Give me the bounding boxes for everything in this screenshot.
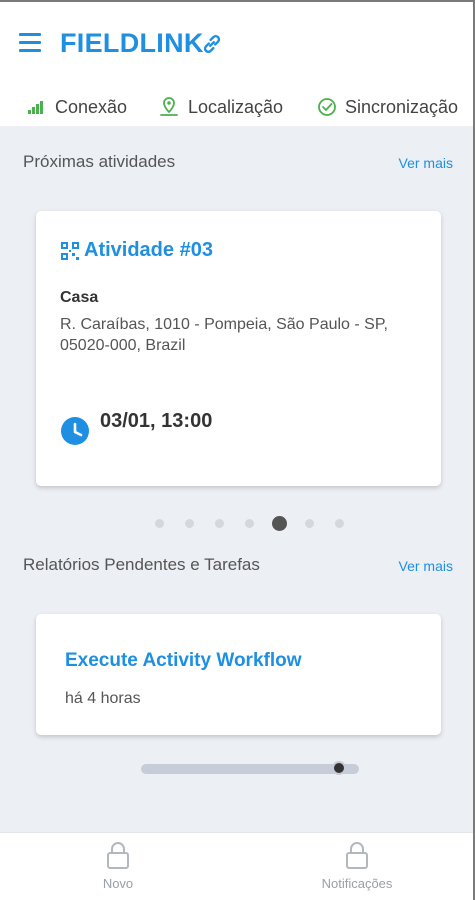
map-pin-icon	[160, 97, 178, 116]
activity-address: R. Caraíbas, 1010 - Pompeia, São Paulo -…	[60, 316, 388, 354]
carousel-dot[interactable]	[305, 519, 314, 528]
carousel-dot[interactable]	[245, 519, 254, 528]
tab-notifications-label: Notificações	[321, 876, 393, 891]
status-sync: Sincronização	[317, 94, 458, 120]
activity-card[interactable]: Atividade #03 Casa R. Caraíbas, 1010 - P…	[36, 211, 441, 486]
menu-icon[interactable]	[19, 33, 41, 53]
tab-notifications[interactable]: Notificações	[297, 833, 417, 900]
upcoming-section-title: Próximas atividades	[23, 152, 176, 171]
check-circle-icon	[318, 98, 336, 116]
task-title: Execute Activity Workflow	[65, 650, 302, 671]
activity-title: Atividade #03	[60, 239, 213, 262]
clock-icon	[61, 417, 89, 445]
carousel-dot-active[interactable]	[272, 516, 287, 531]
brand-title: FIELDLINK	[60, 28, 204, 58]
status-bar: Conexão Localização Sincronização	[0, 94, 473, 122]
carousel-dot[interactable]	[215, 519, 224, 528]
qr-code-icon	[61, 241, 79, 260]
app-header: FIELDLINK Conexão Localização Sincroniza…	[0, 2, 473, 126]
pending-section-title: Relatórios Pendentes e Tarefas	[23, 555, 260, 574]
pending-see-more-link[interactable]: Ver mais	[399, 558, 453, 574]
carousel-dot[interactable]	[335, 519, 344, 528]
carousel-dot[interactable]	[155, 519, 164, 528]
scrollbar-thumb[interactable]	[332, 761, 346, 775]
activity-title-text: Atividade #03	[84, 239, 213, 261]
task-card[interactable]: Execute Activity Workflow há 4 horas	[36, 614, 441, 735]
tab-new-label: Novo	[102, 876, 134, 891]
carousel-dots	[0, 515, 473, 531]
signal-bars-icon	[28, 101, 43, 114]
bottom-tab-bar: Novo Notificações	[0, 832, 473, 900]
horizontal-scrollbar[interactable]	[141, 761, 359, 775]
status-sync-label: Sincronização	[345, 96, 459, 117]
status-connection-label: Conexão	[55, 96, 128, 117]
activity-place: Casa	[60, 289, 99, 306]
status-location-label: Localização	[188, 96, 284, 117]
tab-new[interactable]: Novo	[58, 833, 178, 900]
status-connection: Conexão	[27, 94, 127, 120]
status-location: Localização	[158, 94, 283, 120]
lock-icon	[346, 842, 368, 869]
link-icon	[203, 35, 221, 53]
carousel-dot[interactable]	[185, 519, 194, 528]
upcoming-see-more-link[interactable]: Ver mais	[399, 155, 453, 171]
activity-datetime: 03/01, 13:00	[100, 410, 213, 432]
lock-icon	[107, 842, 129, 869]
task-time: há 4 horas	[65, 690, 141, 707]
